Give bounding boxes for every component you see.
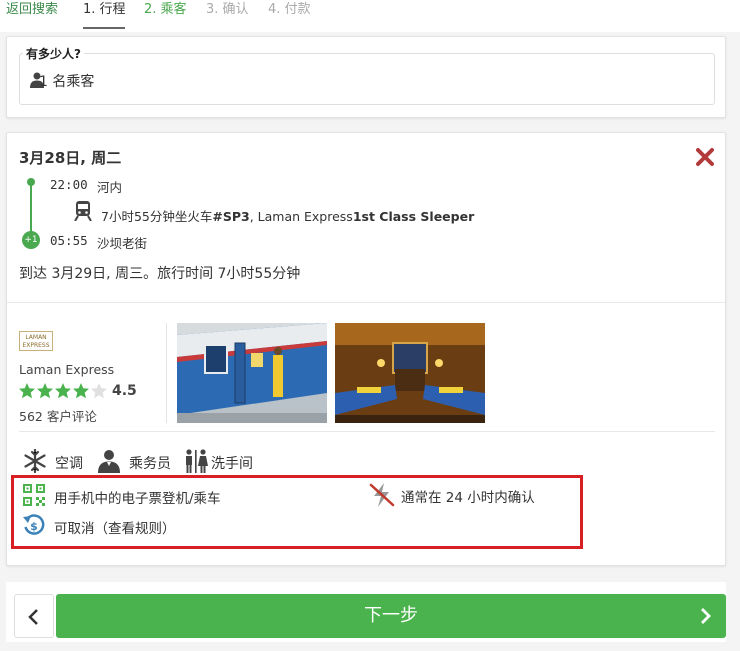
close-icon[interactable] bbox=[695, 147, 715, 167]
trip-date: 3月28日, 周二 bbox=[19, 149, 122, 167]
highlight-box bbox=[11, 475, 583, 549]
review-count[interactable]: 562 客户评论 bbox=[19, 406, 97, 425]
day-offset-badge: +1 bbox=[22, 231, 40, 249]
arrival-place: 沙坝老街 bbox=[97, 236, 148, 251]
arrival-time: 05:55 bbox=[50, 233, 88, 248]
amenity-label: 空调 bbox=[55, 456, 83, 472]
bottom-action-bar: 下一步 bbox=[6, 582, 726, 642]
operator-name: Laman Express bbox=[19, 362, 115, 377]
passengers-select[interactable] bbox=[19, 53, 715, 105]
step-navigation: 返回搜索 1. 行程 2. 乘客 3. 确认 4. 付款 bbox=[0, 0, 740, 32]
amenity-label: 洗手间 bbox=[211, 456, 253, 472]
chevron-right-icon bbox=[701, 608, 711, 624]
operator-logo: LAMAN EXPRESS bbox=[19, 331, 53, 351]
sleeper-cabin-photo[interactable] bbox=[335, 323, 485, 423]
departure-time: 22:00 bbox=[50, 177, 88, 192]
timeline-start-dot bbox=[27, 178, 35, 186]
next-button-label: 下一步 bbox=[364, 605, 418, 626]
snowflake-icon bbox=[24, 449, 46, 473]
restroom-icon bbox=[186, 449, 208, 473]
step-passengers[interactable]: 2. 乘客 bbox=[144, 2, 187, 18]
back-button[interactable] bbox=[14, 594, 54, 638]
step-confirm: 3. 确认 bbox=[206, 2, 249, 17]
attendant-icon bbox=[98, 450, 120, 473]
trip-card: 3月28日, 周二 +1 22:00 河内 7小时55分钟坐火车#SP3, La… bbox=[6, 132, 726, 566]
passengers-value[interactable]: 1 名乘客 bbox=[39, 71, 94, 91]
section-divider bbox=[19, 431, 715, 432]
passengers-card: 有多少人? 1 名乘客 bbox=[6, 36, 726, 118]
departure-place: 河内 bbox=[97, 180, 123, 195]
next-button[interactable]: 下一步 bbox=[56, 594, 726, 638]
vertical-divider bbox=[166, 323, 167, 423]
arrival-summary: 到达 3月29日, 周三。旅行时间 7小时55分钟 bbox=[19, 266, 301, 282]
train-exterior-photo[interactable] bbox=[177, 323, 327, 423]
step-itinerary[interactable]: 1. 行程 bbox=[83, 2, 126, 18]
active-step-underline bbox=[83, 27, 125, 29]
rating-stars bbox=[19, 383, 107, 399]
back-to-search-link[interactable]: 返回搜索 bbox=[6, 2, 58, 18]
rating-value: 4.5 bbox=[112, 383, 137, 399]
passengers-label: 有多少人? bbox=[23, 45, 84, 62]
chevron-left-icon bbox=[28, 609, 38, 625]
train-description: 7小时55分钟坐火车#SP3, Laman Express1st Class S… bbox=[101, 209, 475, 224]
section-divider bbox=[7, 302, 725, 303]
step-payment: 4. 付款 bbox=[268, 2, 311, 17]
amenity-label: 乘务员 bbox=[129, 456, 171, 472]
train-icon bbox=[74, 201, 92, 221]
